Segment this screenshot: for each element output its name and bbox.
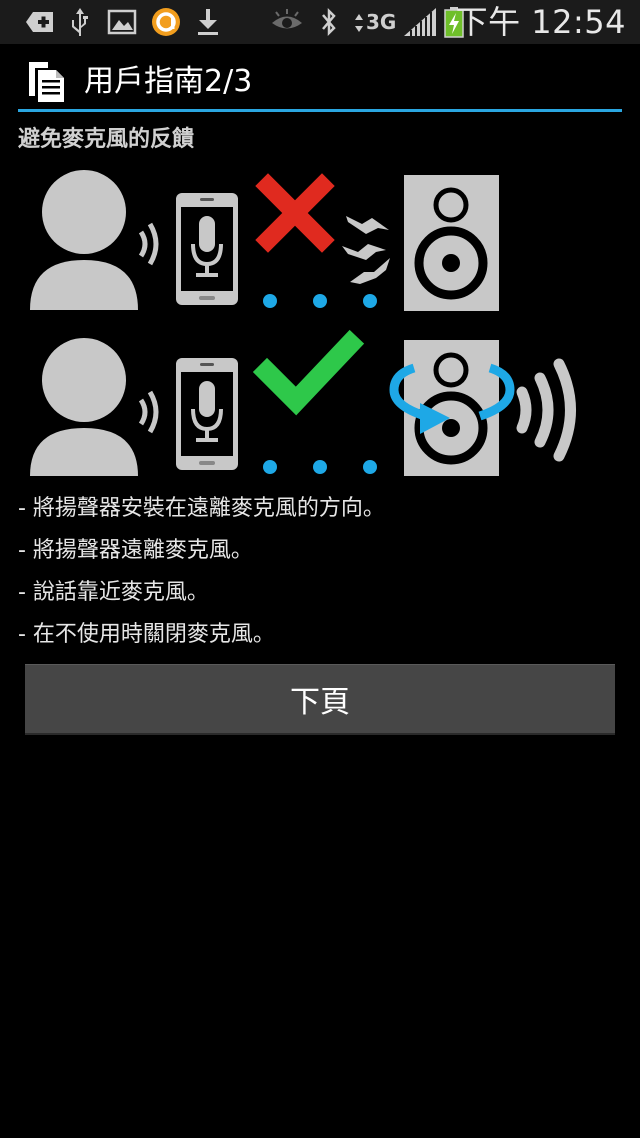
usb-icon: [72, 8, 88, 36]
speaker-icon: [404, 340, 499, 476]
smartphone-microphone-icon: [176, 358, 238, 470]
tip-item: - 將揚聲器安裝在遠離麥克風的方向。: [18, 496, 385, 521]
next-page-button[interactable]: 下頁: [25, 664, 615, 735]
tip-item: - 在不使用時關閉麥克風。: [18, 622, 275, 647]
feedback-illustration: [30, 170, 576, 476]
status-bar: 3G 下午 12:54: [0, 0, 640, 44]
tips-list: - 將揚聲器安裝在遠離麥克風的方向。 - 將揚聲器遠離麥克風。 - 說話靠近麥克…: [18, 488, 628, 656]
dotted-separator: [263, 460, 377, 474]
section-heading: 避免麥克風的反饋: [18, 127, 195, 152]
bluetooth-icon: [322, 7, 336, 37]
smartphone-microphone-icon: [176, 193, 238, 305]
add-notification-icon: [26, 12, 53, 32]
image-icon: [107, 9, 137, 35]
voice-waves-icon: [138, 222, 159, 266]
dotted-separator: [263, 294, 377, 308]
download-icon: [198, 9, 218, 35]
signal-strength-icon: [404, 8, 436, 36]
tip-item: - 將揚聲器遠離麥克風。: [18, 538, 253, 563]
title-divider: [18, 109, 622, 112]
eye-icon: [272, 9, 302, 29]
person-icon: [30, 170, 138, 310]
person-icon: [30, 338, 138, 476]
feedback-noise-icon: [342, 216, 390, 284]
voice-waves-icon: [138, 390, 159, 434]
sound-waves-icon: [516, 358, 576, 462]
tip-item: - 說話靠近麥克風。: [18, 580, 209, 605]
wrong-cross-icon: [255, 173, 335, 253]
clock: 下午 12:54: [455, 3, 626, 41]
document-copy-icon: [29, 62, 64, 102]
speaker-icon: [404, 175, 499, 311]
network-type-label: 3G: [366, 10, 397, 34]
app-notification-icon: [152, 8, 180, 36]
right-checkmark-icon: [252, 329, 365, 416]
dialog-title: 用戶指南2/3: [84, 64, 253, 99]
data-activity-icon: [355, 14, 363, 32]
